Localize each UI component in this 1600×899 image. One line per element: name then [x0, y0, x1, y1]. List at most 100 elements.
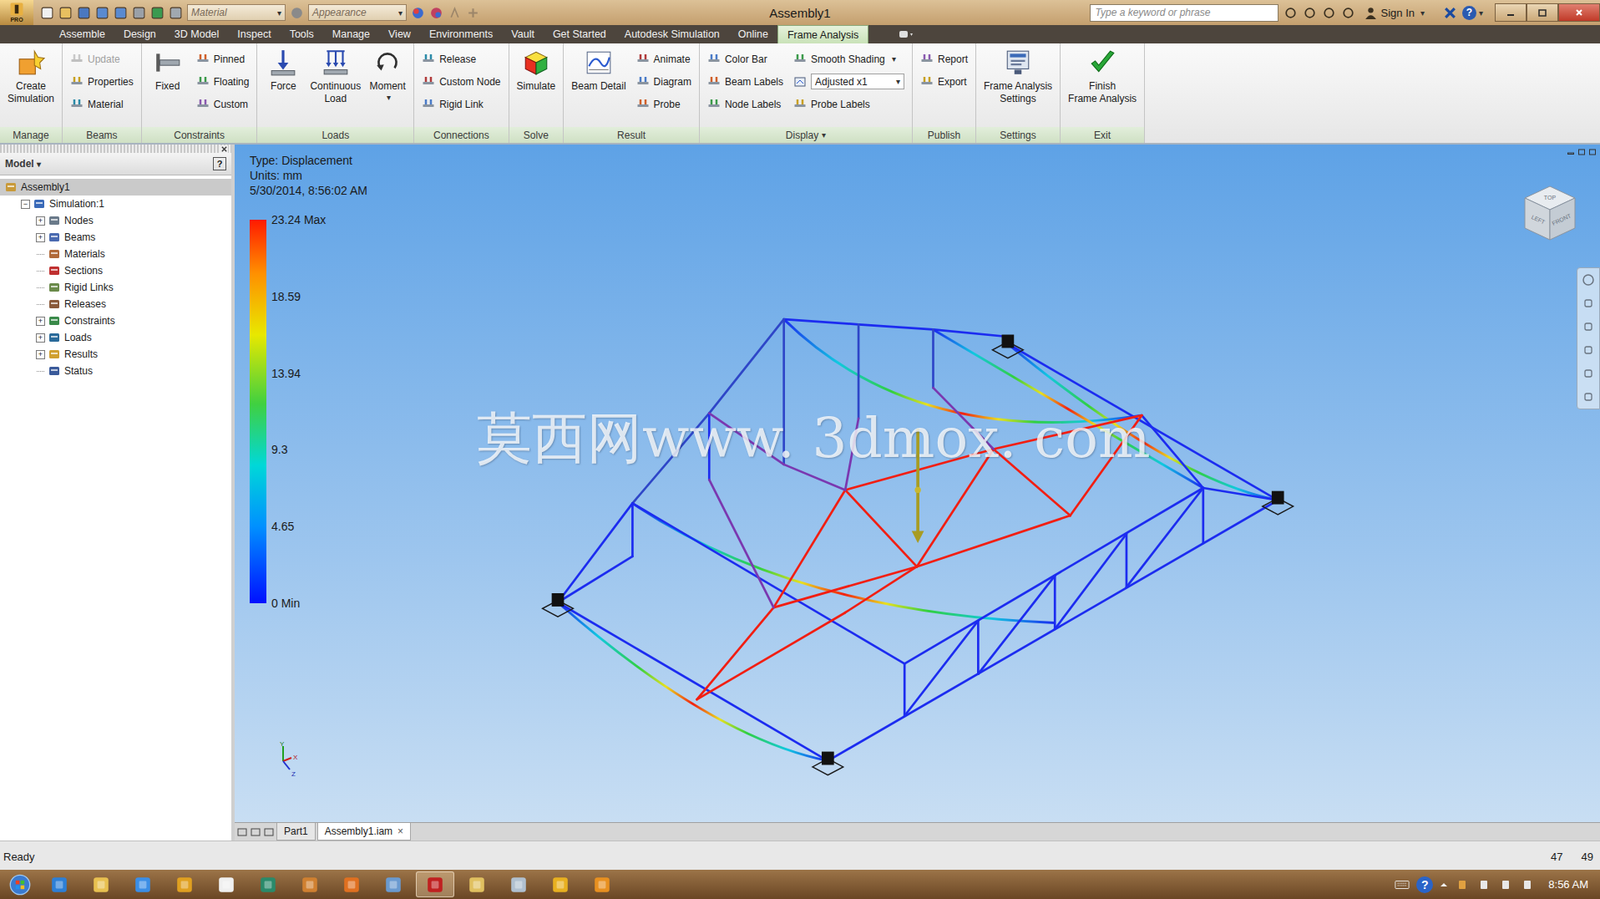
ribbon-button[interactable]: Probe — [632, 93, 695, 115]
ribbon-button[interactable]: Properties — [66, 70, 137, 92]
ribbon-tab[interactable]: Autodesk Simulation — [615, 25, 730, 44]
taskbar-button[interactable] — [207, 870, 246, 897]
ribbon-button[interactable]: Custom — [192, 93, 254, 115]
fixed-support[interactable] — [812, 751, 844, 775]
beam[interactable] — [697, 612, 846, 699]
beam[interactable] — [632, 502, 905, 664]
expander[interactable]: + — [35, 316, 46, 326]
expander[interactable]: + — [35, 349, 46, 360]
ribbon-button[interactable]: Color Bar — [703, 48, 787, 70]
expander[interactable]: + — [35, 333, 46, 343]
ribbon-button[interactable]: Update — [66, 48, 137, 70]
ribbon-button[interactable]: Animate — [632, 48, 695, 70]
ribbon-button[interactable]: Pinned — [192, 48, 254, 70]
toolbar-icon[interactable] — [168, 5, 183, 21]
navigation-tool-icon[interactable] — [1581, 389, 1595, 404]
taskbar-button[interactable] — [582, 870, 622, 897]
beam[interactable] — [977, 620, 980, 674]
taskbar-button[interactable] — [165, 870, 204, 897]
color-icon[interactable] — [289, 5, 304, 21]
communication-icon[interactable] — [1321, 5, 1337, 21]
taskbar-button[interactable] — [248, 870, 288, 897]
beam[interactable] — [916, 515, 1071, 567]
ribbon-button[interactable]: Simulate — [513, 46, 560, 95]
beam[interactable] — [631, 502, 634, 557]
appearance-icon[interactable] — [410, 5, 426, 21]
add-icon[interactable] — [465, 5, 481, 21]
tree-item[interactable]: +Constraints — [0, 312, 232, 330]
document-tab[interactable]: Part1 — [276, 822, 316, 841]
tree-item[interactable]: Rigid Links — [0, 278, 232, 296]
toolbar-icon[interactable] — [95, 5, 110, 21]
toolbar-icon[interactable] — [131, 5, 147, 21]
fixed-support[interactable] — [1262, 491, 1294, 515]
ribbon-button[interactable]: Floating — [192, 70, 254, 92]
keyboard-icon[interactable] — [1394, 878, 1410, 891]
tree-item[interactable]: Assembly1 — [0, 178, 232, 196]
tree-item[interactable]: +Beams — [0, 228, 232, 246]
ribbon-tab[interactable]: 3D Model — [165, 25, 229, 44]
ribbon-tab[interactable]: Vault — [501, 25, 544, 44]
exchange-icon[interactable] — [1443, 5, 1458, 21]
application-button[interactable]: PRO — [0, 0, 34, 26]
sign-in-button[interactable]: Sign In▾ — [1360, 5, 1438, 21]
ribbon-tab[interactable]: Manage — [323, 25, 380, 44]
beam[interactable] — [784, 318, 859, 325]
beam[interactable] — [931, 329, 935, 388]
beam[interactable] — [773, 489, 846, 608]
tray-status-icon[interactable] — [1454, 878, 1470, 891]
window-layout-icon[interactable] — [263, 825, 275, 838]
tray-status-icon[interactable] — [1498, 878, 1514, 891]
toolbar-icon[interactable] — [58, 5, 73, 21]
beam[interactable] — [557, 556, 633, 603]
deflected-beam[interactable] — [784, 318, 1143, 422]
ribbon-tab[interactable]: Inspect — [227, 25, 280, 44]
fixed-support[interactable] — [542, 592, 574, 617]
appearance-combo[interactable]: Appearance▾ — [308, 4, 407, 21]
tree-item[interactable]: +Nodes — [0, 212, 232, 229]
ribbon-button[interactable]: Moment▾ — [365, 46, 410, 107]
ribbon-button[interactable]: Frame AnalysisSettings — [980, 46, 1056, 107]
taskbar-button[interactable] — [332, 870, 371, 897]
close-button[interactable] — [1558, 3, 1600, 22]
help-button[interactable]: ?▾ — [1462, 5, 1490, 21]
ribbon-tab[interactable]: Online — [729, 25, 778, 44]
expander[interactable]: + — [35, 216, 46, 226]
beam[interactable] — [904, 620, 978, 716]
material-combo[interactable]: Material▾ — [187, 4, 286, 21]
communication-icon[interactable] — [1302, 5, 1317, 21]
close-icon[interactable] — [220, 145, 228, 153]
navigation-tool-icon[interactable] — [1581, 366, 1595, 380]
help-button[interactable]: ? — [212, 156, 227, 171]
toolbar-icon[interactable] — [76, 5, 92, 21]
taskbar-button[interactable] — [81, 870, 121, 897]
beam[interactable] — [977, 575, 1055, 674]
beam[interactable] — [1054, 533, 1127, 629]
beam[interactable] — [1126, 487, 1204, 588]
beam[interactable] — [708, 318, 784, 414]
restore-button[interactable] — [1526, 3, 1559, 22]
ribbon-tab[interactable]: Tools — [280, 25, 324, 44]
taskbar-button[interactable] — [290, 870, 330, 897]
taskbar-button[interactable] — [123, 870, 163, 897]
beam[interactable] — [1201, 487, 1205, 543]
beam[interactable] — [857, 324, 861, 419]
tray-status-icon[interactable] — [1476, 878, 1492, 891]
beam[interactable] — [903, 663, 907, 715]
ribbon-tab[interactable]: Frame Analysis — [777, 25, 869, 44]
ribbon-tab[interactable]: Get Started — [543, 25, 616, 44]
viewport-window-icon[interactable] — [1588, 147, 1597, 157]
taskbar-button[interactable] — [415, 870, 455, 897]
display-scale-combo[interactable]: Adjusted x1▾ — [810, 73, 905, 90]
toolbar-icon[interactable] — [150, 5, 165, 21]
tree-item[interactable]: −Simulation:1 — [0, 195, 232, 213]
beam[interactable] — [708, 479, 774, 608]
navigation-tool-icon[interactable] — [1581, 319, 1595, 334]
deflected-beam[interactable] — [557, 602, 828, 761]
taskbar-button[interactable] — [541, 870, 580, 897]
window-layout-icon[interactable] — [249, 825, 262, 838]
viewport-window-icon[interactable] — [1577, 147, 1586, 157]
ribbon-button[interactable]: Probe Labels — [789, 93, 908, 115]
dropdown-arrow[interactable]: ▾ — [821, 130, 826, 140]
ribbon-button[interactable]: Release — [418, 48, 504, 70]
